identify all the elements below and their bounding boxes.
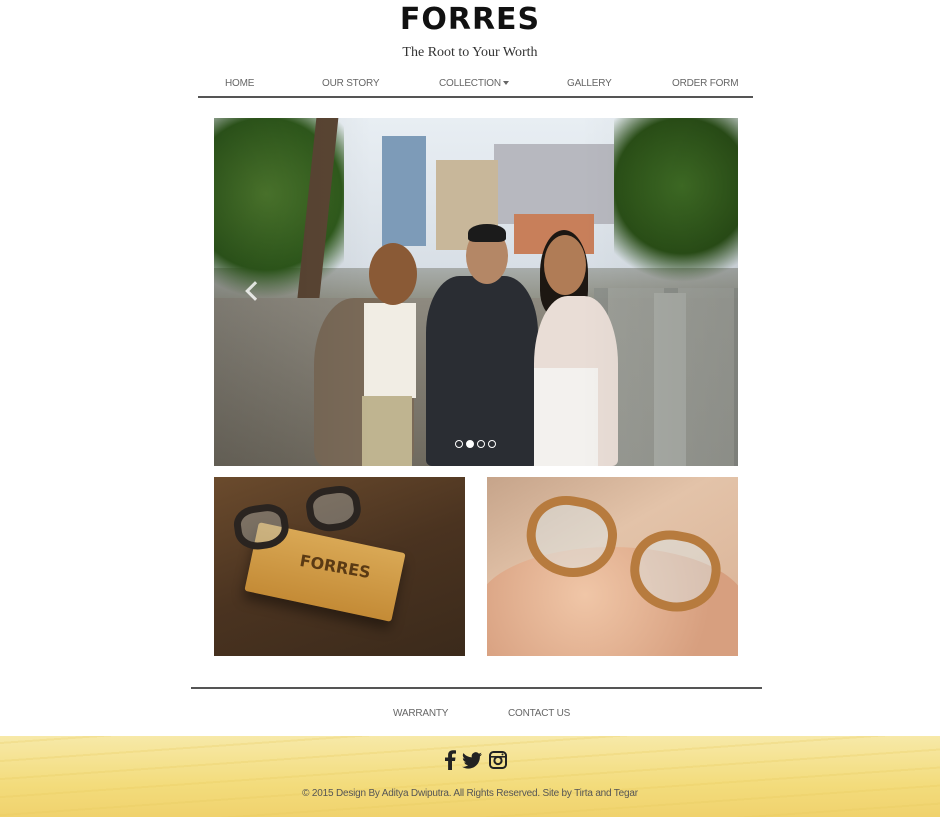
nav-collection[interactable]: COLLECTION — [439, 78, 509, 89]
carousel-dot-3[interactable] — [477, 440, 485, 448]
box-logo: FORRES — [298, 550, 373, 583]
carousel-dot-1[interactable] — [455, 440, 463, 448]
lens — [623, 524, 727, 619]
carousel-dot-2[interactable] — [466, 440, 474, 448]
brand-tagline: The Root to Your Worth — [402, 45, 538, 60]
footer-warranty-link[interactable]: WARRANTY — [393, 708, 448, 719]
nav-home[interactable]: HOME — [225, 78, 254, 89]
footer-divider — [191, 687, 762, 689]
product-image-box[interactable]: FORRES — [214, 477, 465, 656]
brand-logo[interactable]: FORRES — [0, 2, 940, 37]
facebook-icon[interactable] — [443, 749, 457, 771]
copyright-text: © 2015 Design By Aditya Dwiputra. All Ri… — [302, 788, 638, 799]
lens — [520, 489, 623, 585]
instagram-icon[interactable] — [487, 749, 509, 771]
nav-collection-label: COLLECTION — [439, 78, 501, 89]
hero-carousel[interactable] — [214, 118, 738, 466]
nav-gallery[interactable]: GALLERY — [567, 78, 612, 89]
photo-shade — [214, 118, 738, 466]
twitter-icon[interactable] — [461, 749, 483, 771]
carousel-indicators — [455, 440, 496, 448]
footer-contact-link[interactable]: CONTACT US — [508, 708, 570, 719]
product-image-glasses[interactable] — [487, 477, 738, 656]
carousel-dot-4[interactable] — [488, 440, 496, 448]
lens — [231, 501, 292, 553]
nav-order-form[interactable]: ORDER FORM — [672, 78, 739, 89]
main-nav: HOME OUR STORY COLLECTION GALLERY ORDER … — [198, 76, 753, 98]
nav-our-story[interactable]: OUR STORY — [322, 78, 379, 89]
lens — [303, 483, 364, 535]
caret-down-icon — [502, 81, 509, 86]
